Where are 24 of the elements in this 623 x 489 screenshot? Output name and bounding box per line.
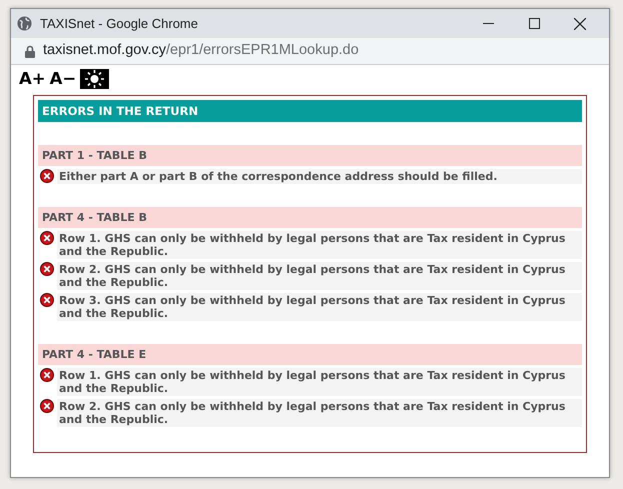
panel-title: ERRORS IN THE RETURN [38,100,582,122]
error-icon [40,231,54,245]
error-message: Row 2. GHS can only be withheld by legal persons that are Tax resident in Cyprus and the Republic. [57,399,582,427]
error-icon [40,293,54,307]
section-heading: PART 4 - TABLE B [38,207,582,228]
error-message: Row 1. GHS can only be withheld by legal persons that are Tax resident in Cyprus and the Republic. [57,368,582,396]
window-title: TAXISnet - Google Chrome [40,14,198,33]
close-icon [574,18,586,30]
error-message: Row 1. GHS can only be withheld by legal persons that are Tax resident in Cyprus and the Republic. [57,231,582,259]
lock-icon [25,44,35,58]
error-icon [40,262,54,276]
error-message: Either part A or part B of the correspondence address should be filled. [57,169,582,184]
font-decrease-button[interactable]: A− [50,70,76,88]
error-icon [40,368,54,382]
globe-icon [17,16,32,31]
section-heading: PART 4 - TABLE E [38,344,582,365]
contrast-toggle-icon[interactable] [80,69,110,89]
maximize-icon [528,18,540,28]
error-icon [40,169,54,183]
error-message: Row 3. GHS can only be withheld by legal persons that are Tax resident in Cyprus and the Republic. [57,293,582,321]
error-icon [40,399,54,413]
error-message: Row 2. GHS can only be withheld by legal persons that are Tax resident in Cyprus and the Republic. [57,262,582,290]
font-increase-button[interactable]: A+ [19,70,46,88]
section-heading: PART 1 - TABLE B [38,145,582,166]
